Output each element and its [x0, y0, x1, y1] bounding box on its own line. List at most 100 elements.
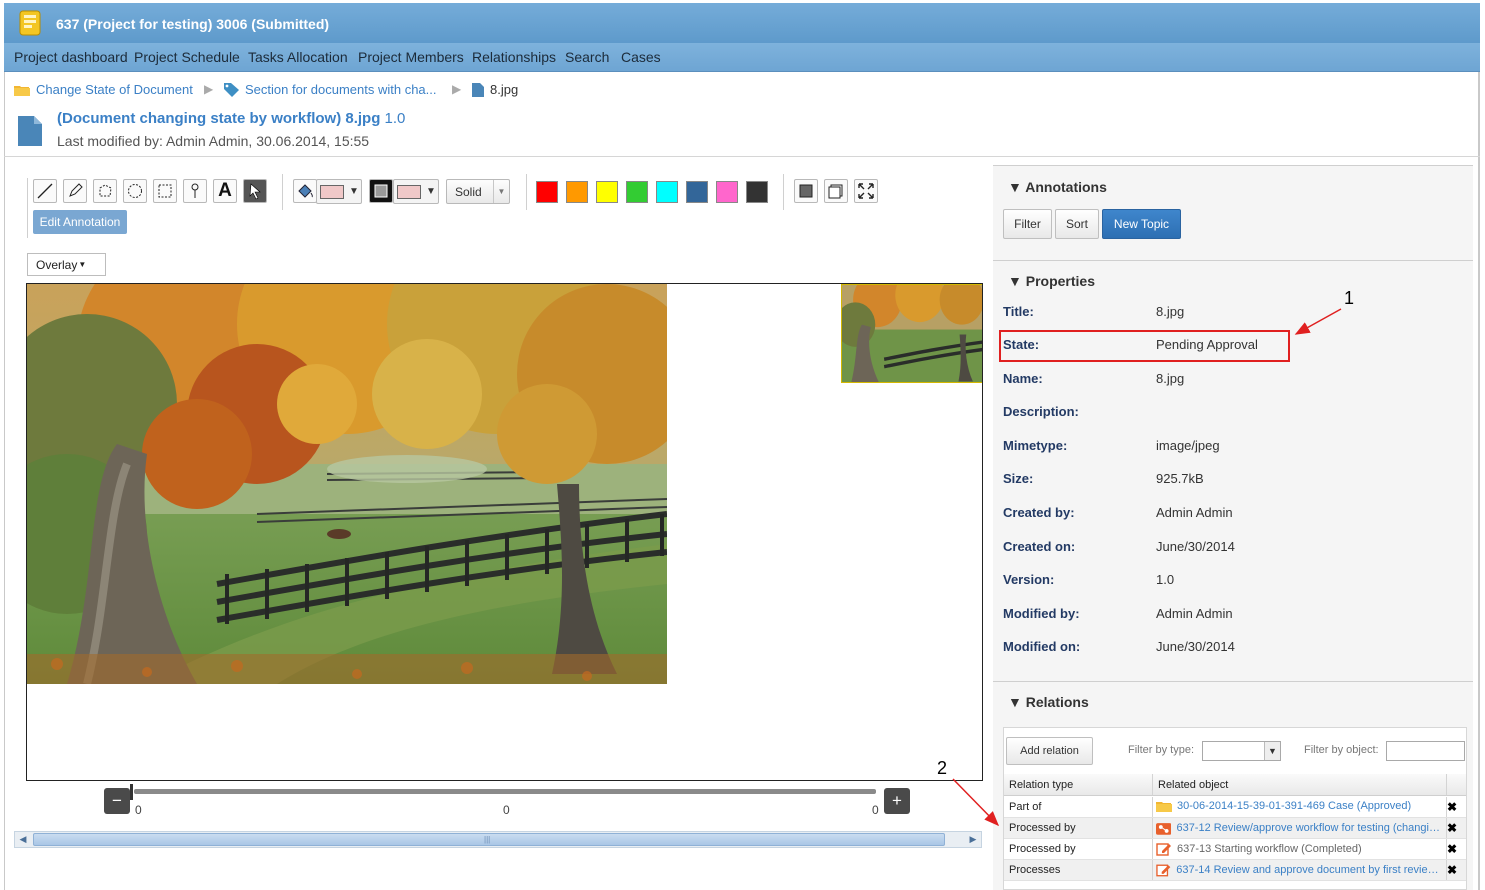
freeform-shape-tool-icon[interactable]: [93, 179, 117, 203]
breadcrumb-item-section[interactable]: Section for documents with cha...: [224, 82, 436, 97]
horizontal-scrollbar[interactable]: ◀ ||| ▶: [14, 831, 982, 848]
zoom-out-button[interactable]: −: [104, 788, 130, 814]
relation-type: Processes: [1009, 864, 1061, 876]
related-object-link[interactable]: 637-14 Review and approve document by fi…: [1156, 863, 1441, 877]
state-highlight-box: [999, 330, 1290, 362]
document-title-text: (Document changing state by workflow) 8.…: [57, 110, 381, 127]
column-header-relation-type[interactable]: Relation type: [1004, 774, 1152, 796]
nav-tasks-allocation[interactable]: Tasks Allocation: [248, 49, 348, 65]
toolbar-separator: [526, 174, 527, 210]
sort-button[interactable]: Sort: [1055, 209, 1099, 239]
filter-object-label: Filter by object:: [1304, 744, 1379, 756]
related-object-text: 30-06-2014-15-39-01-391-469 Case (Approv…: [1177, 800, 1412, 812]
nav-cases[interactable]: Cases: [621, 49, 661, 65]
section-title: Properties: [1025, 273, 1095, 289]
line-tool-icon[interactable]: [33, 179, 57, 203]
properties-section-header[interactable]: ▼ Properties: [1008, 273, 1095, 289]
color-swatch-yellow[interactable]: [596, 181, 618, 203]
edit-annotation-button[interactable]: Edit Annotation: [33, 210, 127, 234]
nav-project-members[interactable]: Project Members: [358, 49, 464, 65]
related-object-text: 637-13 Starting workflow (Completed): [1177, 843, 1362, 855]
delete-relation-icon[interactable]: ✖: [1447, 800, 1457, 814]
text-tool-icon[interactable]: A: [213, 179, 237, 203]
color-swatch-green[interactable]: [626, 181, 648, 203]
new-topic-button[interactable]: New Topic: [1102, 209, 1181, 239]
navigator-thumbnail[interactable]: [841, 284, 982, 383]
relation-type: Part of: [1009, 801, 1042, 813]
nav-project-dashboard[interactable]: Project dashboard: [14, 49, 128, 65]
scrollbar-thumb[interactable]: |||: [33, 833, 945, 846]
document-title: (Document changing state by workflow) 8.…: [57, 110, 405, 127]
rectangle-tool-icon[interactable]: [153, 179, 177, 203]
zoom-slider-track[interactable]: [134, 789, 876, 794]
ellipse-tool-icon[interactable]: [123, 179, 147, 203]
filter-type-label: Filter by type:: [1128, 744, 1195, 756]
nav-relationships[interactable]: Relationships: [472, 49, 556, 65]
table-row[interactable]: Processed by 637-13 Starting workflow (C…: [1004, 839, 1466, 860]
delete-relation-icon[interactable]: ✖: [1447, 863, 1457, 877]
zoom-slider-handle[interactable]: [130, 784, 133, 800]
breadcrumb-item-folder[interactable]: Change State of Document: [14, 82, 193, 97]
delete-relation-icon[interactable]: ✖: [1447, 842, 1457, 856]
fill-color-swatch: [320, 184, 344, 199]
stroke-color-picker[interactable]: ▼: [393, 179, 439, 204]
select-pointer-icon[interactable]: [243, 179, 267, 203]
color-swatch-cyan[interactable]: [656, 181, 678, 203]
color-swatch-orange[interactable]: [566, 181, 588, 203]
related-object-link[interactable]: 30-06-2014-15-39-01-391-469 Case (Approv…: [1156, 800, 1441, 812]
color-swatch-red[interactable]: [536, 181, 558, 203]
scroll-right-icon[interactable]: ▶: [965, 832, 981, 847]
related-object-link[interactable]: 637-12 Review/approve workflow for testi…: [1156, 821, 1441, 835]
add-relation-button[interactable]: Add relation: [1006, 737, 1093, 765]
delete-relation-icon[interactable]: ✖: [1447, 821, 1457, 835]
fullscreen-icon[interactable]: [854, 179, 878, 203]
column-header-related-object[interactable]: Related object: [1152, 774, 1446, 796]
toolbar-separator: [282, 174, 283, 210]
prop-modified-by-label: Modified by:: [1003, 606, 1080, 621]
breadcrumb-label: Change State of Document: [36, 82, 193, 97]
app-title: 637 (Project for testing) 3006 (Submitte…: [56, 16, 330, 32]
scroll-left-icon[interactable]: ◀: [15, 832, 31, 847]
collapse-triangle-icon: ▼: [1008, 179, 1022, 195]
line-style-select[interactable]: Solid ▼: [446, 179, 510, 204]
stroke-color-icon[interactable]: [369, 179, 393, 203]
chevron-right-icon: ▶: [204, 82, 214, 96]
image-viewer[interactable]: [26, 283, 983, 781]
table-row[interactable]: Part of 30-06-2014-15-39-01-391-469 Case…: [1004, 797, 1466, 818]
relations-section-header[interactable]: ▼ Relations: [1008, 694, 1089, 710]
section-title: Annotations: [1025, 179, 1107, 195]
prop-modified-on-value: June/30/2014: [1156, 639, 1235, 654]
nav-project-schedule[interactable]: Project Schedule: [134, 49, 240, 65]
prop-mimetype-label: Mimetype:: [1003, 438, 1068, 453]
color-swatch-blue[interactable]: [686, 181, 708, 203]
fill-bucket-icon[interactable]: [293, 179, 317, 203]
header-divider: [4, 156, 1480, 157]
prop-description-label: Description:: [1003, 404, 1079, 419]
filter-object-input[interactable]: [1386, 741, 1465, 761]
pencil-tool-icon[interactable]: [63, 179, 87, 203]
fit-to-window-icon[interactable]: [794, 179, 818, 203]
table-row[interactable]: Processed by 637-12 Review/approve workf…: [1004, 818, 1466, 839]
filter-type-select[interactable]: ▼: [1202, 741, 1281, 761]
column-header-actions: [1446, 774, 1466, 796]
filter-button[interactable]: Filter: [1003, 209, 1052, 239]
last-modified: Last modified by: Admin Admin, 30.06.201…: [57, 133, 370, 149]
slider-mid-label: 0: [503, 803, 510, 817]
color-swatch-black[interactable]: [746, 181, 768, 203]
relation-type: Processed by: [1009, 843, 1076, 855]
prop-size-value: 925.7kB: [1156, 471, 1204, 486]
table-row[interactable]: Processes 637-14 Review and approve docu…: [1004, 860, 1466, 881]
zoom-in-button[interactable]: +: [884, 788, 910, 814]
annotations-section-header[interactable]: ▼ Annotations: [1008, 179, 1107, 195]
overlay-select[interactable]: Overlay ▼: [27, 253, 106, 276]
relations-table: Relation type Related object Part of 30-…: [1004, 774, 1466, 890]
fill-color-picker[interactable]: ▼: [316, 179, 362, 204]
related-object-link[interactable]: 637-13 Starting workflow (Completed): [1156, 842, 1441, 856]
prop-created-on-value: June/30/2014: [1156, 539, 1235, 554]
pin-tool-icon[interactable]: [183, 179, 207, 203]
color-swatch-pink[interactable]: [716, 181, 738, 203]
actual-size-icon[interactable]: [824, 179, 848, 203]
line-style-value: Solid: [455, 184, 482, 199]
prop-created-by-label: Created by:: [1003, 505, 1075, 520]
nav-search[interactable]: Search: [565, 49, 609, 65]
